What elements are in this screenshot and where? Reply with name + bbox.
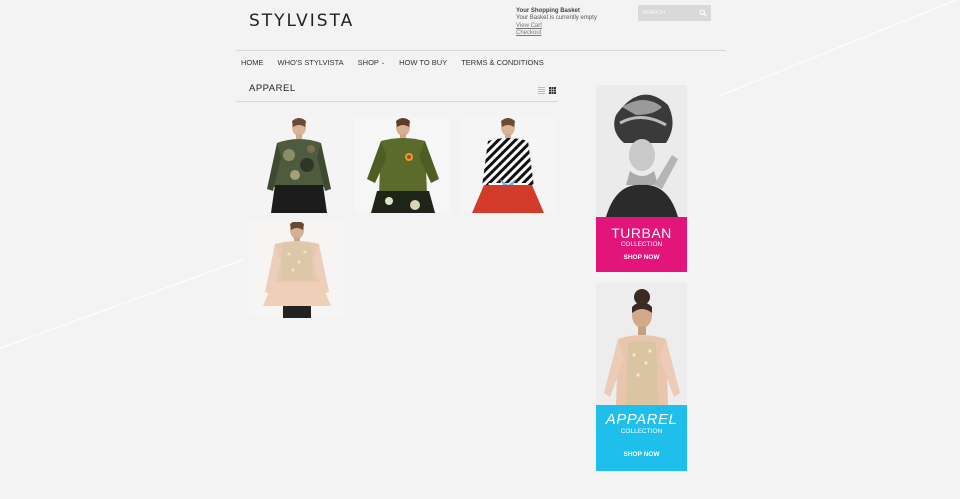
product-card[interactable] — [249, 117, 345, 213]
product-image — [355, 117, 451, 213]
page: STYLVISTA Your Shopping Basket Your Bask… — [0, 0, 960, 499]
background-line — [0, 259, 244, 356]
product-image — [460, 117, 556, 213]
basket-status: Your Basket is currently empty — [516, 15, 597, 22]
nav-item-how-to-buy[interactable]: HOW TO BUY — [399, 58, 447, 67]
apparel-banner-image — [596, 283, 687, 405]
header-divider — [236, 50, 726, 51]
banner-title: APPAREL — [605, 411, 678, 428]
background-line — [719, 0, 960, 96]
product-card[interactable] — [355, 117, 451, 213]
search-input[interactable] — [642, 10, 698, 16]
banner-subtitle: COLLECTION — [620, 241, 663, 248]
product-image — [249, 222, 345, 318]
shop-now-link[interactable]: SHOP NOW — [596, 254, 687, 261]
checkout-link[interactable]: Checkout — [516, 30, 597, 37]
main-nav: HOME WHO'S STYLVISTA SHOP ⌄ HOW TO BUY TE… — [241, 58, 558, 67]
turban-collection-banner[interactable]: TURBAN COLLECTION SHOP NOW — [596, 85, 687, 272]
banner-title: TURBAN — [611, 225, 672, 241]
grid-view-icon[interactable] — [549, 87, 556, 94]
nav-item-terms-conditions[interactable]: TERMS & CONDITIONS — [461, 58, 544, 67]
nav-item-home[interactable]: HOME — [241, 58, 264, 67]
shop-now-link[interactable]: SHOP NOW — [596, 451, 687, 458]
list-view-icon[interactable] — [538, 87, 545, 94]
section-divider — [236, 101, 558, 102]
search-icon[interactable] — [699, 9, 707, 17]
view-toggle — [538, 87, 556, 94]
search-box — [638, 5, 711, 21]
page-title: APPAREL — [249, 83, 296, 94]
nav-item-whos-stylvista[interactable]: WHO'S STYLVISTA — [278, 58, 344, 67]
banner-subtitle: COLLECTION — [620, 428, 663, 435]
product-card[interactable] — [460, 117, 556, 213]
turban-banner-image — [596, 85, 687, 217]
product-image — [249, 117, 345, 213]
nav-item-shop[interactable]: SHOP ⌄ — [358, 58, 385, 67]
site-logo[interactable]: STYLVISTA — [249, 11, 354, 31]
apparel-collection-banner[interactable]: APPAREL COLLECTION SHOP NOW — [596, 283, 687, 471]
chevron-down-icon: ⌄ — [380, 59, 386, 66]
turban-banner-caption: TURBAN COLLECTION SHOP NOW — [596, 217, 687, 272]
product-card[interactable] — [249, 222, 345, 318]
view-cart-link[interactable]: View Cart — [516, 23, 597, 30]
shopping-basket: Your Shopping Basket Your Basket is curr… — [516, 8, 597, 37]
apparel-banner-caption: APPAREL COLLECTION SHOP NOW — [596, 405, 687, 471]
basket-title: Your Shopping Basket — [516, 8, 580, 14]
